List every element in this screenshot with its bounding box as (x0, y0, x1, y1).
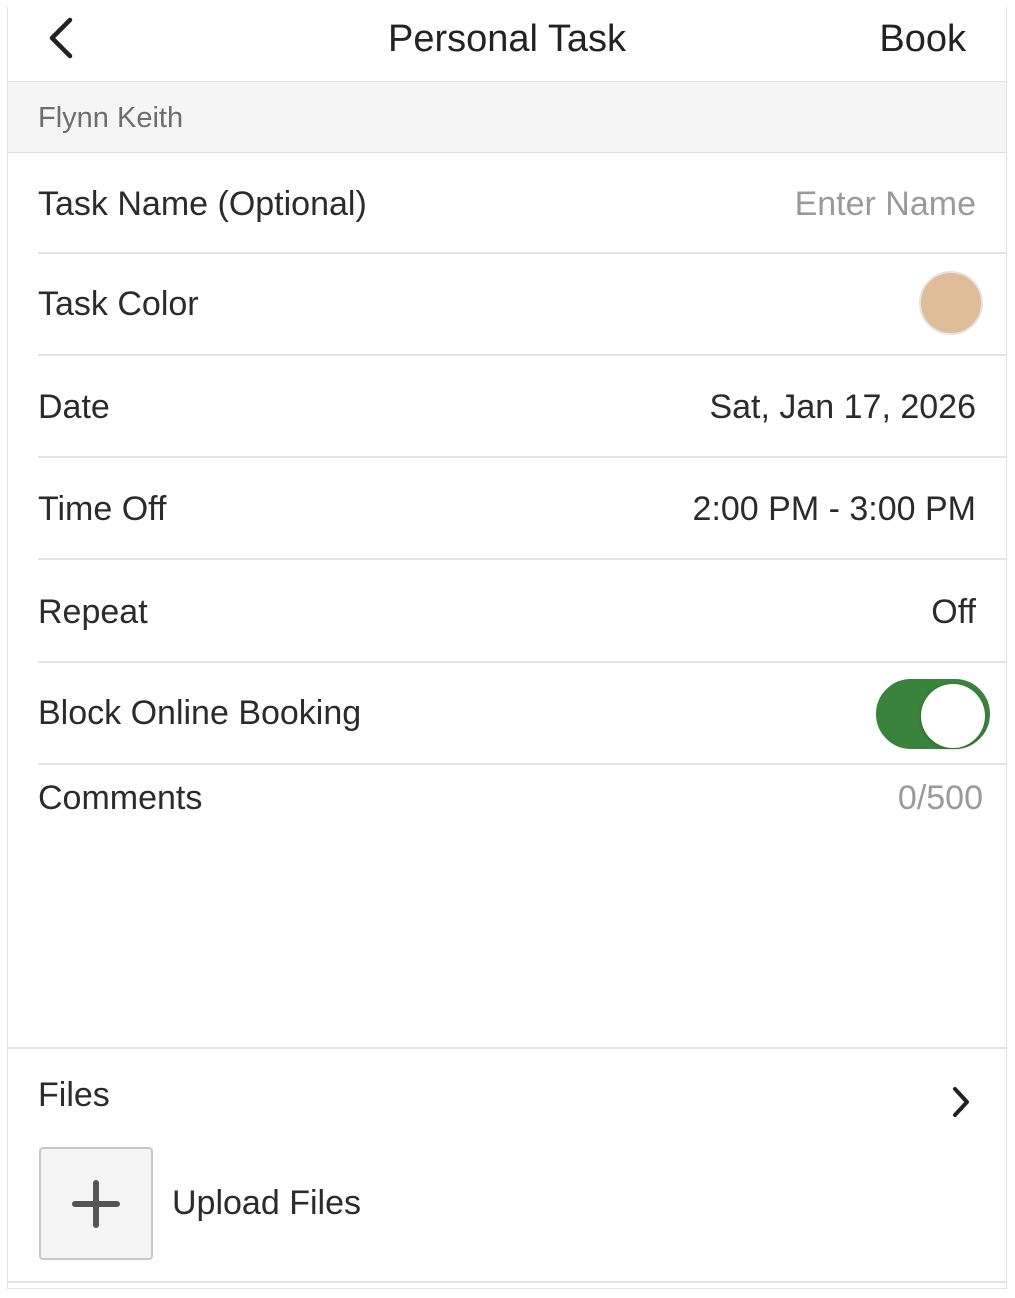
comments-textarea[interactable] (38, 837, 976, 1041)
comments-label: Comments (38, 779, 203, 817)
comments-counter: 0/500 (897, 779, 983, 817)
task-color-swatch[interactable] (919, 271, 983, 335)
upload-files-button[interactable] (39, 1147, 153, 1260)
staff-name-bar: Flynn Keith (8, 82, 1006, 153)
block-online-booking-row: Block Online Booking (8, 663, 1006, 765)
personal-task-screen: Personal Task Book Flynn Keith Task Name… (7, 7, 1007, 1289)
task-color-label: Task Color (38, 285, 199, 323)
task-name-row: Task Name (Optional) (8, 153, 1006, 254)
bottom-divider (8, 1281, 1006, 1283)
date-value: Sat, Jan 17, 2026 (709, 388, 976, 426)
chevron-right-icon[interactable] (950, 1085, 972, 1119)
repeat-label: Repeat (38, 593, 148, 631)
task-name-input[interactable] (616, 183, 976, 225)
staff-name: Flynn Keith (38, 102, 184, 134)
page-title: Personal Task (388, 18, 626, 60)
date-row[interactable]: Date Sat, Jan 17, 2026 (8, 356, 1006, 458)
block-online-booking-toggle[interactable] (876, 679, 990, 749)
comments-header-row: Comments 0/500 (8, 765, 1006, 825)
files-row[interactable]: Files (8, 1049, 1006, 1139)
toggle-knob (921, 684, 985, 748)
task-color-row[interactable]: Task Color (8, 254, 1006, 356)
task-name-label: Task Name (Optional) (38, 185, 367, 223)
time-off-label: Time Off (38, 490, 167, 528)
plus-icon (72, 1179, 120, 1228)
files-label: Files (38, 1076, 110, 1114)
nav-header: Personal Task Book (8, 7, 1006, 82)
book-button[interactable]: Book (879, 11, 966, 67)
date-label: Date (38, 388, 110, 426)
time-off-value: 2:00 PM - 3:00 PM (692, 490, 976, 528)
repeat-row[interactable]: Repeat Off (8, 560, 1006, 663)
time-off-row[interactable]: Time Off 2:00 PM - 3:00 PM (8, 458, 1006, 560)
block-online-booking-label: Block Online Booking (38, 694, 362, 732)
upload-files-label[interactable]: Upload Files (172, 1182, 361, 1224)
repeat-value: Off (931, 593, 976, 631)
